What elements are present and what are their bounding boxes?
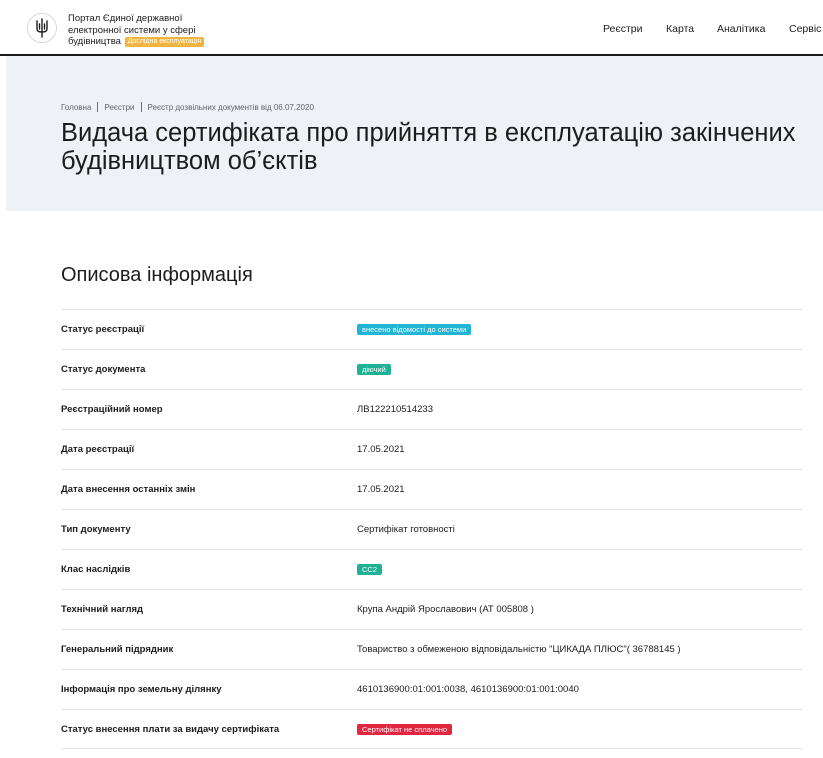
info-row-consequence-class: Клас наслідків СС2 — [61, 549, 803, 589]
row-value: Товариство з обмеженою відповідальністю … — [357, 644, 681, 655]
info-row-document-type: Тип документу Сертифікат готовності — [61, 509, 803, 549]
status-badge: внесено відомості до системи — [357, 324, 472, 335]
row-label: Статус реєстрації — [61, 324, 145, 335]
info-row-registration-status: Статус реєстрації внесено відомості до с… — [61, 309, 803, 349]
nav-services[interactable]: Сервіс — [789, 23, 821, 35]
info-row-payment-status: Статус внесення плати за видачу сертифік… — [61, 709, 803, 749]
page-hero: Головна Реєстри Реєстр дозвільних документ… — [6, 56, 823, 211]
class-badge: СС2 — [357, 564, 383, 575]
row-value: 17.05.2021 — [357, 444, 405, 455]
nav-registries[interactable]: Реєстри — [603, 23, 643, 35]
row-label: Генеральний підрядник — [61, 644, 174, 655]
nav-map[interactable]: Карта — [666, 23, 694, 35]
row-label: Реєстраційний номер — [61, 404, 163, 415]
breadcrumb: Головна Реєстри Реєстр дозвільних документ… — [61, 102, 314, 112]
breadcrumb-registry[interactable]: Реєстр дозвільних документів від 06.07.2… — [148, 103, 314, 112]
coat-of-arms-logo[interactable] — [27, 13, 57, 43]
section-title: Описова інформація — [61, 264, 253, 286]
breadcrumb-separator — [97, 102, 99, 112]
row-value: ЛВ122210514233 — [357, 404, 433, 415]
site-header: Портал Єдиної державної електронної сист… — [0, 0, 823, 56]
row-label: Технічний нагляд — [61, 604, 144, 615]
row-label: Інформація про земельну ділянку — [61, 684, 222, 695]
breadcrumb-registries[interactable]: Реєстри — [104, 103, 134, 112]
row-label: Дата реєстрації — [61, 444, 135, 455]
row-label: Статус документа — [61, 364, 146, 375]
info-row-land-plot: Інформація про земельну ділянку 46101369… — [61, 669, 803, 709]
row-value: Сертифікат готовності — [357, 524, 455, 535]
info-row-general-contractor: Генеральний підрядник Товариство з обмеж… — [61, 629, 803, 669]
row-label: Дата внесення останніх змін — [61, 484, 196, 495]
breadcrumb-separator — [140, 102, 142, 112]
info-row-registration-date: Дата реєстрації 17.05.2021 — [61, 429, 803, 469]
page-title: Видача сертифіката про прийняття в експл… — [61, 119, 796, 175]
beta-badge: Дослідна експлуатація — [124, 37, 205, 47]
info-row-registration-number: Реєстраційний номер ЛВ122210514233 — [61, 389, 803, 429]
trident-icon — [36, 18, 48, 38]
portal-title[interactable]: Портал Єдиної державної електронної сист… — [68, 13, 238, 48]
payment-badge: Сертифікат не сплачено — [357, 724, 453, 735]
breadcrumb-home[interactable]: Головна — [61, 103, 91, 112]
info-table: Статус реєстрації внесено відомості до с… — [61, 309, 803, 749]
row-value: 4610136900:01:001:0038, 4610136900:01:00… — [357, 684, 579, 695]
row-value: Крупа Андрій Ярославович (АТ 005808 ) — [357, 604, 534, 615]
row-value: 17.05.2021 — [357, 484, 405, 495]
info-row-document-status: Статус документа діючий — [61, 349, 803, 389]
row-label: Статус внесення плати за видачу сертифік… — [61, 724, 280, 735]
info-row-technical-supervision: Технічний нагляд Крупа Андрій Ярославови… — [61, 589, 803, 629]
nav-analytics[interactable]: Аналітика — [717, 23, 765, 35]
info-row-last-change-date: Дата внесення останніх змін 17.05.2021 — [61, 469, 803, 509]
status-badge: діючий — [357, 364, 391, 375]
row-label: Клас наслідків — [61, 564, 131, 575]
row-label: Тип документу — [61, 524, 131, 535]
